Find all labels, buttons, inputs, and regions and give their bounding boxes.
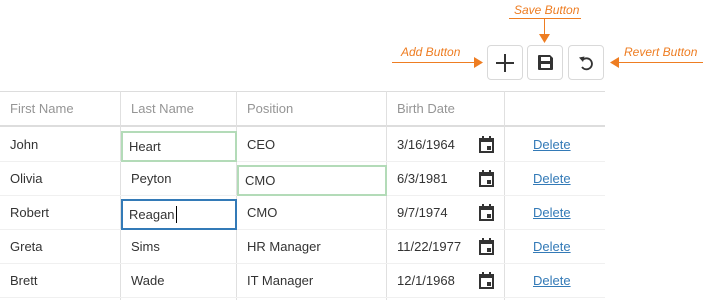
cell-birth-date[interactable]: 11/22/1977 — [387, 230, 461, 263]
cell-last-name[interactable]: Sims — [121, 230, 160, 263]
cell-first-name[interactable]: Greta — [0, 230, 43, 263]
cell-position-modified[interactable]: CMO — [237, 165, 387, 196]
cell-first-name[interactable]: John — [0, 128, 38, 161]
calendar-icon[interactable] — [478, 170, 495, 187]
table-row: Robert Reagan CMO 9/7/1974 Delete — [0, 196, 605, 230]
calendar-icon[interactable] — [478, 238, 495, 255]
add-annotation-arrowhead — [474, 57, 483, 68]
column-header-actions — [504, 92, 605, 125]
revert-button[interactable] — [568, 45, 604, 80]
add-annotation-line — [392, 62, 475, 63]
cell-last-name-value: Heart — [129, 139, 161, 154]
calendar-icon[interactable] — [478, 136, 495, 153]
save-button[interactable] — [527, 45, 563, 80]
cell-birth-date[interactable]: 9/7/1974 — [387, 196, 448, 229]
cell-first-name[interactable]: Brett — [0, 264, 37, 297]
calendar-icon[interactable] — [478, 204, 495, 221]
cell-last-name[interactable]: Wade — [121, 264, 164, 297]
column-header-last-name[interactable]: Last Name — [121, 92, 237, 125]
save-annotation-underline — [509, 18, 581, 19]
delete-link[interactable]: Delete — [523, 128, 571, 161]
cell-first-name[interactable]: Olivia — [0, 162, 43, 195]
table-row: Greta Sims HR Manager 11/22/1977 Delete — [0, 230, 605, 264]
cell-birth-date[interactable]: 3/16/1964 — [387, 128, 455, 161]
cell-birth-date[interactable]: 6/3/1981 — [387, 162, 448, 195]
save-annotation-arrowhead — [539, 34, 550, 43]
plus-icon — [496, 53, 514, 72]
save-annotation-stem — [544, 18, 545, 35]
column-header-first-name[interactable]: First Name — [0, 92, 121, 125]
table-row: John Heart CEO 3/16/1964 Delete — [0, 128, 605, 162]
grid-header-row: First Name Last Name Position Birth Date — [0, 91, 605, 127]
undo-arrow-icon — [579, 56, 593, 70]
revert-annotation-line — [619, 62, 703, 63]
cell-last-name-editor[interactable]: Reagan — [121, 199, 237, 230]
table-row: Brett Wade IT Manager 12/1/1968 Delete — [0, 264, 605, 298]
add-button[interactable] — [487, 45, 523, 80]
column-header-birth-date[interactable]: Birth Date — [387, 92, 504, 125]
cell-first-name[interactable]: Robert — [0, 196, 49, 229]
cell-position[interactable]: CMO — [237, 196, 277, 229]
cell-position[interactable]: CEO — [237, 128, 275, 161]
delete-link[interactable]: Delete — [523, 162, 571, 195]
save-button-annotation: Save Button — [514, 3, 580, 17]
floppy-disk-icon — [537, 55, 553, 70]
cell-birth-date[interactable]: 12/1/1968 — [387, 264, 455, 297]
column-header-position[interactable]: Position — [237, 92, 387, 125]
add-button-annotation: Add Button — [401, 45, 461, 59]
cell-last-name-value: Reagan — [129, 207, 175, 222]
delete-link[interactable]: Delete — [523, 230, 571, 263]
table-row: Olivia Peyton CMO 6/3/1981 Delete — [0, 162, 605, 196]
cell-last-name-modified[interactable]: Heart — [121, 131, 237, 162]
revert-button-annotation: Revert Button — [624, 45, 698, 59]
cell-last-name[interactable]: Peyton — [121, 162, 171, 195]
cell-position[interactable]: HR Manager — [237, 230, 321, 263]
delete-link[interactable]: Delete — [523, 196, 571, 229]
calendar-icon[interactable] — [478, 272, 495, 289]
cell-position-value: CMO — [245, 173, 276, 188]
delete-link[interactable]: Delete — [523, 264, 571, 297]
data-grid: First Name Last Name Position Birth Date… — [0, 91, 605, 300]
cell-position[interactable]: IT Manager — [237, 264, 313, 297]
text-caret — [175, 206, 177, 223]
revert-annotation-arrowhead — [610, 57, 619, 68]
